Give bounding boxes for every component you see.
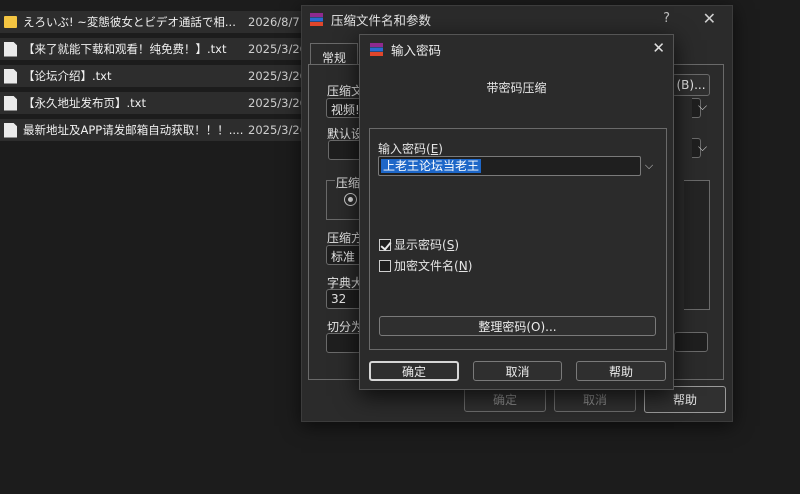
text-file-icon — [4, 68, 17, 84]
file-name: えろいぶ! ~変態彼女とビデオ通話で相... — [23, 15, 236, 29]
password-dialog: 输入密码 ✕ 带密码压缩 输入密码(E) 上老王论坛当老王 ⌵ 显示密码(S) … — [359, 34, 674, 390]
file-row[interactable]: 【论坛介绍】.txt 2025/3/26 — [0, 65, 307, 87]
file-row[interactable]: 【来了就能下载和观看！纯免费！】.txt 2025/3/26 — [0, 38, 307, 60]
cancel-button-label: 取消 — [505, 364, 530, 379]
split-selector[interactable] — [326, 333, 362, 353]
ok-button[interactable]: 确定 — [464, 387, 546, 412]
tab-general[interactable]: 常规 — [310, 43, 358, 65]
organize-passwords-label: 整理密码(O)... — [478, 319, 557, 334]
file-row[interactable]: 【永久地址发布页】.txt 2025/3/26 — [0, 92, 307, 114]
close-icon[interactable]: ✕ — [652, 39, 665, 57]
winrar-icon — [370, 42, 383, 56]
help-button-label: 帮助 — [672, 393, 697, 407]
help-icon[interactable]: ? — [663, 11, 670, 26]
chevron-down-icon[interactable]: ⌵ — [698, 140, 707, 155]
dialog-heading: 带密码压缩 — [486, 81, 547, 95]
archive-name-label: 压缩文 — [327, 84, 364, 98]
help-button-label: 帮助 — [608, 364, 633, 379]
file-date: 2026/8/7 — [248, 15, 300, 29]
ok-button[interactable]: 确定 — [369, 361, 459, 381]
password-label: 输入密码(E) — [378, 142, 443, 156]
chevron-down-icon[interactable]: ⌵ — [641, 156, 657, 176]
close-icon[interactable]: ✕ — [703, 9, 716, 28]
encrypt-filenames-label: 加密文件名(N) — [394, 259, 473, 273]
options-list[interactable] — [684, 180, 710, 310]
ok-button-label: 确定 — [401, 364, 426, 379]
file-row[interactable]: 最新地址及APP请发邮箱自动获取！！！.... 2025/3/26 — [0, 119, 307, 141]
password-value: 上老王论坛当老王 — [381, 159, 482, 173]
ok-button-label: 确定 — [492, 393, 517, 407]
chevron-down-icon[interactable]: ⌵ — [698, 99, 707, 114]
organize-passwords-button[interactable]: 整理密码(O)... — [379, 316, 656, 336]
dialog-title-bar: 输入密码 ✕ — [360, 35, 673, 63]
file-date: 2025/3/26 — [248, 69, 307, 83]
checkbox-checked-icon[interactable] — [379, 238, 391, 251]
password-input[interactable]: 上老王论坛当老王 — [378, 156, 641, 176]
cancel-button-label: 取消 — [582, 393, 607, 407]
folder-icon — [4, 16, 17, 28]
method-selector[interactable]: 标准 — [326, 245, 362, 265]
format-radio[interactable] — [344, 193, 357, 206]
text-file-icon — [4, 122, 17, 138]
cancel-button[interactable]: 取消 — [554, 387, 636, 412]
show-password-label: 显示密码(S) — [394, 238, 460, 252]
help-button[interactable]: 帮助 — [644, 386, 726, 413]
encrypt-filenames-checkbox[interactable]: 加密文件名(N) — [379, 257, 472, 274]
dictionary-selector[interactable]: 32 — [326, 289, 362, 309]
dialog-title-bar: 压缩文件名和参数 ? ✕ — [302, 6, 732, 32]
file-name: 最新地址及APP请发邮箱自动获取！！！.... — [23, 123, 244, 137]
checkbox-unchecked-icon[interactable] — [379, 259, 391, 272]
text-file-icon — [4, 95, 17, 111]
file-row-folder[interactable]: えろいぶ! ~変態彼女とビデオ通話で相... 2026/8/7 — [0, 11, 305, 33]
file-date: 2025/3/26 — [248, 96, 307, 110]
cancel-button[interactable]: 取消 — [473, 361, 562, 381]
help-button[interactable]: 帮助 — [576, 361, 666, 381]
file-name: 【永久地址发布页】.txt — [23, 96, 146, 110]
browse-button-label: (B)... — [676, 78, 706, 92]
dialog-title: 输入密码 — [391, 42, 442, 58]
set-password-button-tail[interactable] — [674, 332, 708, 352]
file-name: 【论坛介绍】.txt — [23, 69, 112, 83]
winrar-icon — [310, 12, 323, 26]
method-label: 压缩方 — [327, 231, 364, 245]
file-date: 2025/3/26 — [248, 42, 307, 56]
dialog-title: 压缩文件名和参数 — [331, 12, 432, 28]
browse-button[interactable]: (B)... — [672, 74, 710, 96]
file-date: 2025/3/26 — [248, 123, 307, 137]
file-name: 【来了就能下载和观看！纯免费！】.txt — [23, 42, 227, 56]
text-file-icon — [4, 41, 17, 57]
show-password-checkbox[interactable]: 显示密码(S) — [379, 236, 459, 253]
